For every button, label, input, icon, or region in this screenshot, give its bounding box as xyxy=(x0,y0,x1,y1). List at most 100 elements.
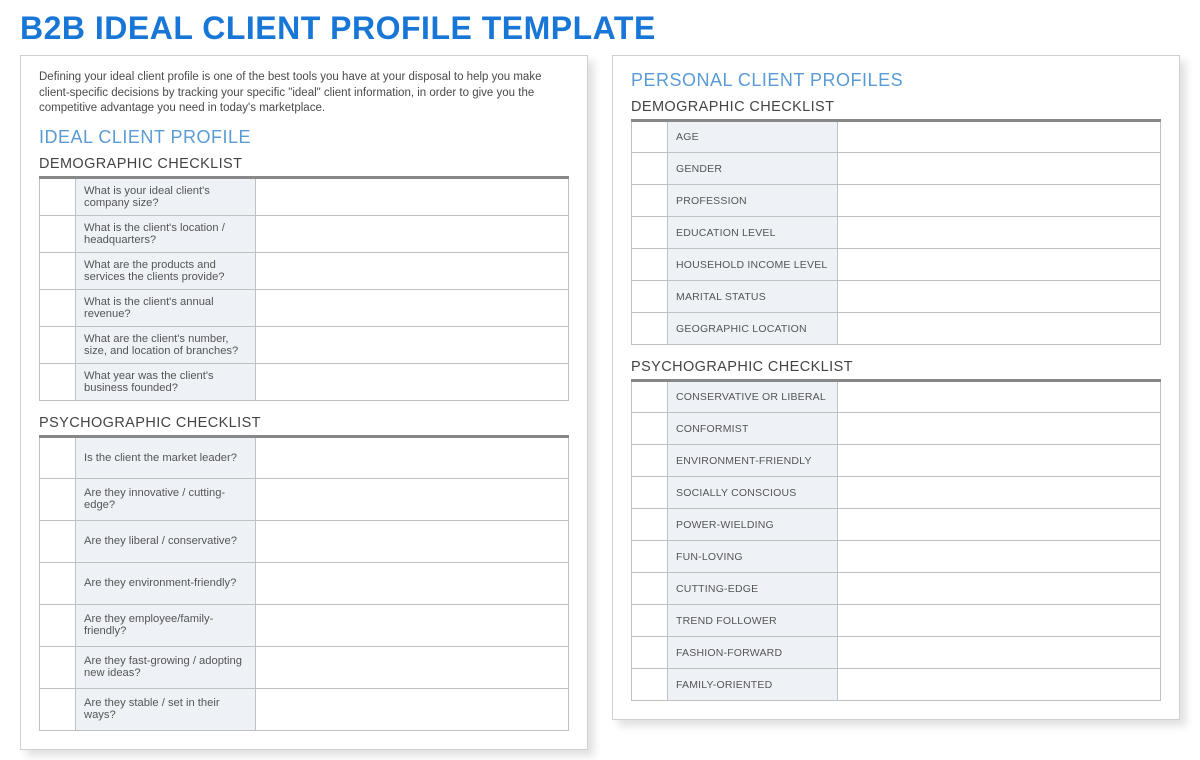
table-row: Are they environment-friendly? xyxy=(40,562,569,604)
value-cell[interactable] xyxy=(256,604,569,646)
right-psych-heading: PSYCHOGRAPHIC CHECKLIST xyxy=(631,359,1161,375)
check-cell[interactable] xyxy=(632,281,668,313)
right-demo-table: AGE GENDER PROFESSION EDUCATION LEVEL HO… xyxy=(631,119,1161,345)
value-cell[interactable] xyxy=(838,281,1161,313)
label-cell: What are the client's number, size, and … xyxy=(76,326,256,363)
personal-profiles-heading: PERSONAL CLIENT PROFILES xyxy=(631,70,1161,91)
table-row: What are the products and services the c… xyxy=(40,252,569,289)
value-cell[interactable] xyxy=(838,249,1161,281)
value-cell[interactable] xyxy=(838,217,1161,249)
check-cell[interactable] xyxy=(40,604,76,646)
check-cell[interactable] xyxy=(40,688,76,730)
check-cell[interactable] xyxy=(40,520,76,562)
value-cell[interactable] xyxy=(838,381,1161,413)
value-cell[interactable] xyxy=(838,121,1161,153)
value-cell[interactable] xyxy=(256,646,569,688)
value-cell[interactable] xyxy=(838,605,1161,637)
value-cell[interactable] xyxy=(838,313,1161,345)
label-cell: AGE xyxy=(668,121,838,153)
label-cell: EDUCATION LEVEL xyxy=(668,217,838,249)
value-cell[interactable] xyxy=(256,215,569,252)
table-row: EDUCATION LEVEL xyxy=(632,217,1161,249)
value-cell[interactable] xyxy=(256,688,569,730)
check-cell[interactable] xyxy=(632,381,668,413)
table-row: CONFORMIST xyxy=(632,413,1161,445)
table-row: FAMILY-ORIENTED xyxy=(632,669,1161,701)
check-cell[interactable] xyxy=(632,313,668,345)
check-cell[interactable] xyxy=(40,363,76,400)
intro-text: Defining your ideal client profile is on… xyxy=(39,70,569,117)
value-cell[interactable] xyxy=(838,637,1161,669)
table-row: ENVIRONMENT-FRIENDLY xyxy=(632,445,1161,477)
value-cell[interactable] xyxy=(256,436,569,478)
value-cell[interactable] xyxy=(838,185,1161,217)
label-cell: GEOGRAPHIC LOCATION xyxy=(668,313,838,345)
value-cell[interactable] xyxy=(838,153,1161,185)
value-cell[interactable] xyxy=(838,573,1161,605)
value-cell[interactable] xyxy=(838,541,1161,573)
value-cell[interactable] xyxy=(256,252,569,289)
check-cell[interactable] xyxy=(632,669,668,701)
check-cell[interactable] xyxy=(40,326,76,363)
check-cell[interactable] xyxy=(632,541,668,573)
label-cell: PROFESSION xyxy=(668,185,838,217)
check-cell[interactable] xyxy=(632,573,668,605)
table-row: AGE xyxy=(632,121,1161,153)
check-cell[interactable] xyxy=(632,605,668,637)
label-cell: Are they employee/family-friendly? xyxy=(76,604,256,646)
right-panel: PERSONAL CLIENT PROFILES DEMOGRAPHIC CHE… xyxy=(612,55,1180,720)
check-cell[interactable] xyxy=(632,121,668,153)
label-cell: FAMILY-ORIENTED xyxy=(668,669,838,701)
table-row: Are they innovative / cutting-edge? xyxy=(40,478,569,520)
check-cell[interactable] xyxy=(40,562,76,604)
label-cell: What is the client's location / headquar… xyxy=(76,215,256,252)
value-cell[interactable] xyxy=(256,478,569,520)
check-cell[interactable] xyxy=(40,177,76,215)
label-cell: CONFORMIST xyxy=(668,413,838,445)
table-row: What are the client's number, size, and … xyxy=(40,326,569,363)
label-cell: What is the client's annual revenue? xyxy=(76,289,256,326)
check-cell[interactable] xyxy=(632,477,668,509)
value-cell[interactable] xyxy=(838,669,1161,701)
left-demo-table: What is your ideal client's company size… xyxy=(39,176,569,401)
check-cell[interactable] xyxy=(632,185,668,217)
check-cell[interactable] xyxy=(632,445,668,477)
value-cell[interactable] xyxy=(256,289,569,326)
left-panel: Defining your ideal client profile is on… xyxy=(20,55,588,750)
value-cell[interactable] xyxy=(256,363,569,400)
label-cell: MARITAL STATUS xyxy=(668,281,838,313)
value-cell[interactable] xyxy=(838,445,1161,477)
label-cell: Are they fast-growing / adopting new ide… xyxy=(76,646,256,688)
check-cell[interactable] xyxy=(40,252,76,289)
label-cell: FASHION-FORWARD xyxy=(668,637,838,669)
value-cell[interactable] xyxy=(256,326,569,363)
label-cell: What is your ideal client's company size… xyxy=(76,177,256,215)
check-cell[interactable] xyxy=(40,478,76,520)
table-row: Are they stable / set in their ways? xyxy=(40,688,569,730)
check-cell[interactable] xyxy=(632,249,668,281)
label-cell: SOCIALLY CONSCIOUS xyxy=(668,477,838,509)
table-row: POWER-WIELDING xyxy=(632,509,1161,541)
right-psych-table: CONSERVATIVE OR LIBERAL CONFORMIST ENVIR… xyxy=(631,379,1161,701)
check-cell[interactable] xyxy=(632,509,668,541)
check-cell[interactable] xyxy=(40,646,76,688)
table-row: Are they liberal / conservative? xyxy=(40,520,569,562)
check-cell[interactable] xyxy=(632,413,668,445)
value-cell[interactable] xyxy=(256,520,569,562)
value-cell[interactable] xyxy=(838,477,1161,509)
check-cell[interactable] xyxy=(632,217,668,249)
label-cell: FUN-LOVING xyxy=(668,541,838,573)
value-cell[interactable] xyxy=(838,413,1161,445)
check-cell[interactable] xyxy=(632,153,668,185)
value-cell[interactable] xyxy=(838,509,1161,541)
table-row: FUN-LOVING xyxy=(632,541,1161,573)
check-cell[interactable] xyxy=(40,436,76,478)
check-cell[interactable] xyxy=(40,215,76,252)
label-cell: What year was the client's business foun… xyxy=(76,363,256,400)
check-cell[interactable] xyxy=(632,637,668,669)
value-cell[interactable] xyxy=(256,562,569,604)
label-cell: Are they innovative / cutting-edge? xyxy=(76,478,256,520)
table-row: PROFESSION xyxy=(632,185,1161,217)
check-cell[interactable] xyxy=(40,289,76,326)
value-cell[interactable] xyxy=(256,177,569,215)
